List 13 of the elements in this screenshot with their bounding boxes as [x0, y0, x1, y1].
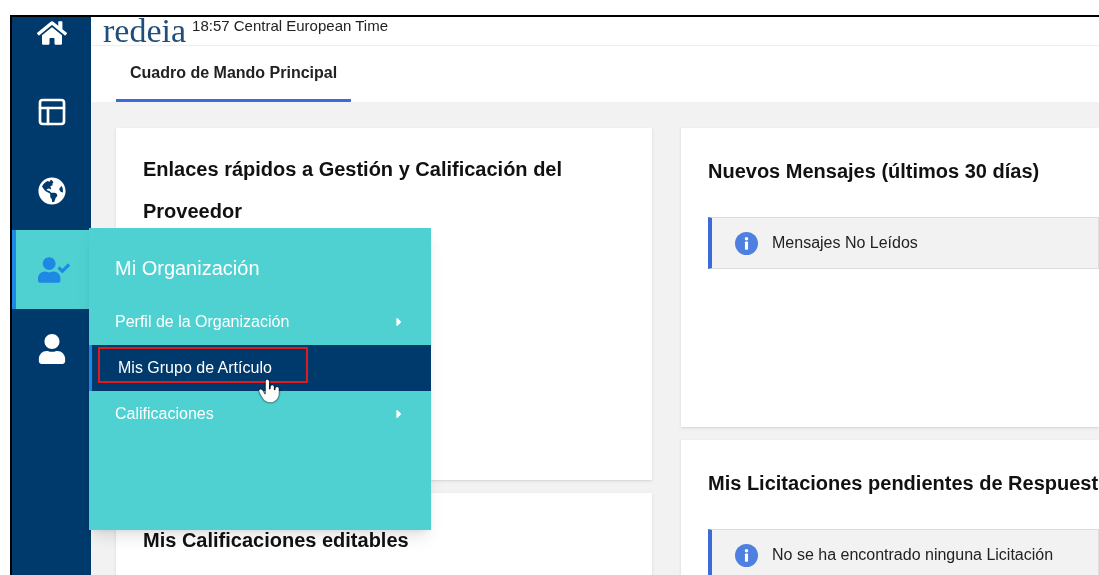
user-icon	[36, 333, 67, 364]
card-title: Mis Licitaciones pendientes de Respuest	[708, 471, 1099, 496]
info-icon	[735, 231, 758, 255]
notice-text: Mensajes No Leídos	[772, 233, 918, 253]
card-title: Nuevos Mensajes (últimos 30 días)	[708, 159, 1041, 184]
time-text: 18:57 Central European Time	[192, 17, 388, 35]
card-title: Enlaces rápidos a Gestión y Calificación del Proveedor	[143, 157, 564, 224]
flyout-title: Mi Organización	[114, 256, 261, 281]
logo: redeia	[103, 17, 187, 45]
flyout-menu-item[interactable]: Mis Grupo de Artículo	[89, 345, 431, 391]
notice-text: No se ha encontrado ninguna Licitación	[772, 545, 1054, 565]
card-title: Mis Calificaciones editables	[143, 528, 410, 553]
info-icon	[735, 543, 758, 567]
